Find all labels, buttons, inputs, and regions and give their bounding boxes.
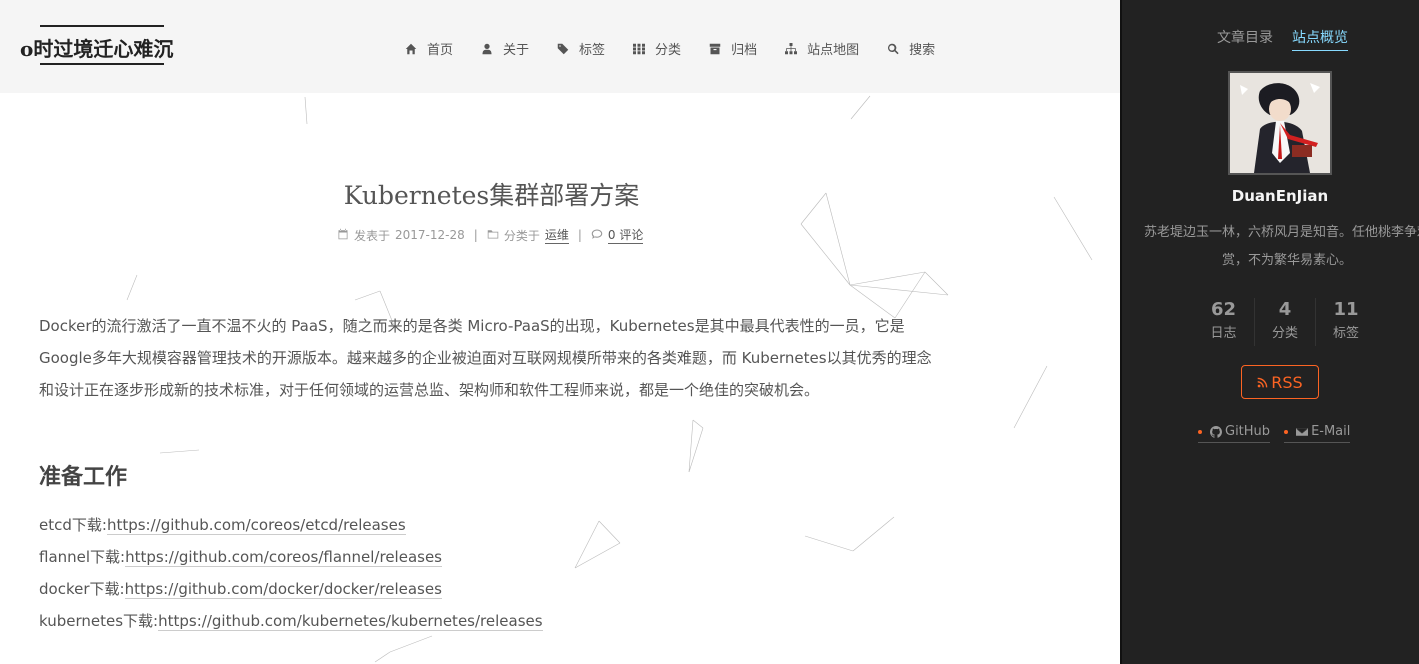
download-link-flannel[interactable]: https://github.com/coreos/flannel/releas…: [125, 548, 442, 567]
stat-label: 日志: [1210, 326, 1237, 341]
nav-label: 搜索: [909, 43, 936, 58]
meta-divider: |: [473, 228, 478, 242]
home-icon: [404, 42, 418, 56]
posted-label: 发表于: [354, 228, 391, 243]
social-label: GitHub: [1225, 424, 1271, 439]
nav-item-about[interactable]: 关于: [480, 39, 529, 58]
download-label: flannel下载:: [39, 548, 126, 566]
stat-categories[interactable]: 4 分类: [1254, 298, 1315, 346]
nav-label: 标签: [579, 43, 606, 58]
comment-icon: [591, 228, 603, 243]
rss-icon: [1257, 377, 1268, 387]
tab-overview[interactable]: 站点概览: [1292, 27, 1348, 51]
download-label: kubernetes下载:: [39, 612, 159, 630]
avatar-image: [1230, 73, 1330, 173]
download-link-kubernetes[interactable]: https://github.com/kubernetes/kubernetes…: [158, 612, 543, 631]
social-links: GitHub E-Mail: [1198, 424, 1364, 443]
stat-label: 标签: [1332, 326, 1359, 341]
meta-divider: |: [577, 228, 582, 242]
stat-number: 4: [1278, 299, 1292, 320]
download-item-kubernetes: kubernetes下载:https://github.com/kubernet…: [39, 605, 543, 637]
sidebar: 文章目录 站点概览 DuanEnJian 苏老堤边玉一林，六桥风月是知音。任他桃…: [1120, 0, 1419, 664]
site-header: o时过境迁心难沉 首页 关于 标签 分类 归档 站点地图 搜索: [0, 0, 1120, 93]
sitemap-icon: [784, 42, 798, 56]
post-meta: 发表于 2017-12-28 | 分类于 运维 | 0 评论: [337, 226, 644, 244]
nav-label: 分类: [655, 43, 682, 58]
bullet-dot: [1284, 429, 1289, 434]
th-icon: [632, 42, 646, 56]
nav-item-sitemap[interactable]: 站点地图: [784, 39, 859, 58]
download-list: etcd下载:https://github.com/coreos/etcd/re…: [39, 509, 543, 637]
site-title[interactable]: o时过境迁心难沉: [20, 26, 173, 62]
sidebar-tabs: 文章目录 站点概览: [1217, 27, 1367, 51]
stat-posts[interactable]: 62 日志: [1193, 298, 1254, 346]
download-item-docker: docker下载:https://github.com/docker/docke…: [39, 573, 543, 605]
brand-line-bottom: [40, 63, 164, 65]
folder-icon: [487, 228, 499, 243]
calendar-icon: [337, 228, 349, 243]
brand-line-top: [40, 25, 164, 27]
rss-label: RSS: [1271, 372, 1303, 392]
social-github[interactable]: GitHub: [1198, 424, 1271, 443]
category-link[interactable]: 运维: [544, 226, 569, 244]
download-link-etcd[interactable]: https://github.com/coreos/etcd/releases: [106, 516, 406, 535]
search-icon: [886, 42, 900, 56]
download-label: etcd下载:: [39, 516, 107, 534]
social-email[interactable]: E-Mail: [1284, 424, 1351, 443]
author-name: DuanEnJian: [1231, 187, 1329, 205]
nav-label: 站点地图: [807, 43, 860, 58]
tab-toc[interactable]: 文章目录: [1217, 27, 1273, 51]
post-date: 2017-12-28: [395, 228, 465, 242]
nav-item-search[interactable]: 搜索: [886, 39, 935, 58]
nav-item-tags[interactable]: 标签: [556, 39, 605, 58]
main-nav: 首页 关于 标签 分类 归档 站点地图 搜索: [404, 39, 962, 58]
stat-tags[interactable]: 11 标签: [1315, 298, 1376, 346]
stat-label: 分类: [1271, 326, 1298, 341]
download-link-docker[interactable]: https://github.com/docker/docker/release…: [124, 580, 442, 599]
archive-icon: [708, 42, 722, 56]
envelope-icon: [1296, 427, 1309, 436]
site-stats: 62 日志 4 分类 11 标签: [1193, 298, 1376, 346]
stat-number: 62: [1210, 299, 1237, 320]
nav-item-home[interactable]: 首页: [404, 39, 453, 58]
avatar: [1228, 71, 1332, 175]
download-label: docker下载:: [39, 580, 125, 598]
nav-label: 首页: [427, 43, 454, 58]
nav-item-categories[interactable]: 分类: [632, 39, 681, 58]
rss-button[interactable]: RSS: [1241, 365, 1319, 399]
category-label: 分类于: [503, 228, 540, 243]
nav-label: 归档: [731, 43, 758, 58]
download-item-etcd: etcd下载:https://github.com/coreos/etcd/re…: [39, 509, 543, 541]
post-intro: Docker的流行激活了一直不温不火的 PaaS，随之而来的是各类 Micro-…: [39, 317, 932, 399]
social-label: E-Mail: [1311, 424, 1351, 439]
post-title[interactable]: Kubernetes集群部署方案: [339, 176, 644, 212]
user-icon: [480, 42, 494, 56]
stat-number: 11: [1333, 299, 1359, 320]
author-description: 苏老堤边玉一林，六桥风月是知音。任他桃李争欢赏，不为繁华易素心。: [1143, 225, 1419, 268]
comments-link[interactable]: 0 评论: [607, 226, 644, 244]
nav-item-archives[interactable]: 归档: [708, 39, 757, 58]
site-brand[interactable]: o时过境迁心难沉: [20, 25, 173, 65]
download-item-flannel: flannel下载:https://github.com/coreos/flan…: [39, 541, 543, 573]
section-heading: 准备工作: [39, 465, 128, 490]
bullet-dot: [1198, 429, 1202, 434]
github-icon: [1210, 425, 1222, 438]
tags-icon: [556, 42, 570, 56]
nav-label: 关于: [503, 43, 530, 58]
